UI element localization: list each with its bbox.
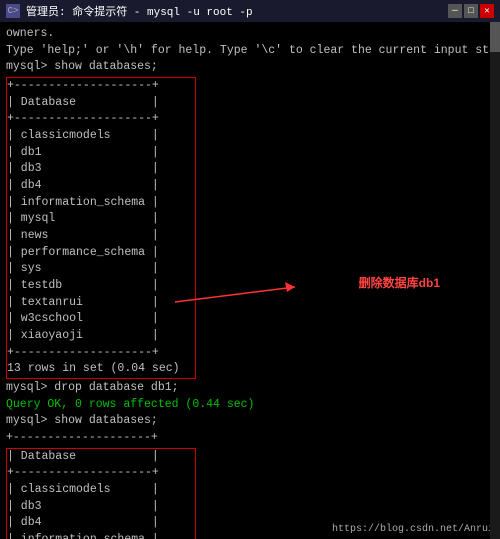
scrollbar[interactable] [490, 22, 500, 539]
terminal-line: | testdb | [7, 278, 195, 295]
terminal-line: owners. [6, 26, 494, 43]
terminal-line: +--------------------+ [7, 465, 195, 482]
terminal-line: Type 'help;' or '\h' for help. Type '\c'… [6, 43, 494, 60]
terminal-line: | db4 | [7, 515, 195, 532]
terminal-line: +--------------------+ [7, 111, 195, 128]
terminal-line: | Database | [7, 449, 195, 466]
terminal-line: +--------------------+ [7, 345, 195, 362]
terminal-line: | classicmodels | [7, 128, 195, 145]
terminal-line: | db3 | [7, 499, 195, 516]
terminal-line: | mysql | [7, 211, 195, 228]
close-button[interactable]: ✕ [480, 4, 494, 18]
window-title: 管理员: 命令提示符 - mysql -u root -p [26, 3, 253, 19]
terminal-line: Query OK, 0 rows affected (0.44 sec) [6, 397, 494, 414]
terminal-line: | sys | [7, 261, 195, 278]
terminal-line: mysql> show databases; [6, 413, 494, 430]
terminal-line: +--------------------+ [7, 78, 195, 95]
terminal-icon: C> [6, 4, 20, 18]
annotation-label: 删除数据库db1 [359, 275, 440, 292]
terminal-line: | Database | [7, 95, 195, 112]
minimize-button[interactable]: ─ [448, 4, 462, 18]
terminal-line: 13 rows in set (0.04 sec) [7, 361, 195, 378]
title-bar-left: C> 管理员: 命令提示符 - mysql -u root -p [6, 3, 253, 19]
maximize-button[interactable]: □ [464, 4, 478, 18]
url-bar: https://blog.csdn.net/Anrui [332, 523, 494, 538]
terminal-line: | w3cschool | [7, 311, 195, 328]
terminal-line: | db3 | [7, 161, 195, 178]
title-bar: C> 管理员: 命令提示符 - mysql -u root -p ─ □ ✕ [0, 0, 500, 22]
title-controls: ─ □ ✕ [448, 4, 494, 18]
terminal-line: | information_schema | [7, 532, 195, 539]
terminal-line: | news | [7, 228, 195, 245]
terminal-line: | db4 | [7, 178, 195, 195]
terminal-line: | classicmodels | [7, 482, 195, 499]
terminal-line: | db1 | [7, 145, 195, 162]
terminal-line: +--------------------+ [6, 430, 494, 447]
window: C> 管理员: 命令提示符 - mysql -u root -p ─ □ ✕ o… [0, 0, 500, 539]
terminal-line: | textanrui | [7, 295, 195, 312]
terminal-line: | performance_schema | [7, 245, 195, 262]
terminal-line: | xiaoyaoji | [7, 328, 195, 345]
terminal-line: | information_schema | [7, 195, 195, 212]
scrollbar-thumb[interactable] [490, 22, 500, 52]
terminal: owners.Type 'help;' or '\h' for help. Ty… [0, 22, 500, 539]
terminal-line: mysql> drop database db1; [6, 380, 494, 397]
terminal-line: mysql> show databases; [6, 59, 494, 76]
